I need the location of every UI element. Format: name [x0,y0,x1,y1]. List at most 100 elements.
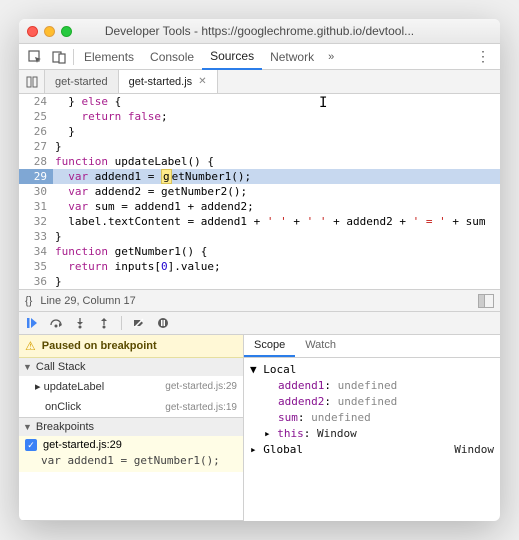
line-number[interactable]: 27 [19,139,53,154]
paused-banner: ⚠ Paused on breakpoint [19,335,243,358]
frame-fn: updateLabel [44,381,105,393]
sidebar-toggle-icon[interactable] [478,294,494,308]
resume-button[interactable] [23,314,41,332]
breakpoint-row[interactable]: get-started.js:29 [19,436,243,451]
code-line[interactable]: 31 var sum = addend1 + addend2; [19,199,500,214]
disclosure-triangle-icon: ▼ [23,362,32,372]
line-content: return inputs[0].value; [53,259,500,274]
code-line[interactable]: 35 return inputs[0].value; [19,259,500,274]
line-content: var addend2 = getNumber2(); [53,184,500,199]
line-number[interactable]: 31 [19,199,53,214]
code-line[interactable]: 24 } else { [19,94,500,109]
text-cursor-icon: I [319,96,327,111]
breakpoint-code: var addend1 = getNumber1(); [19,451,243,472]
panel-tabs: Elements Console Sources Network » [76,44,470,70]
scope-local[interactable]: ▼ Local [250,362,494,378]
line-number[interactable]: 24 [19,94,53,109]
breakpoints-header[interactable]: ▼ Breakpoints [19,418,243,436]
pause-exceptions-button[interactable] [154,314,172,332]
main-toolbar: Elements Console Sources Network » ⋮ [19,44,500,70]
titlebar: Developer Tools - https://googlechrome.g… [19,19,500,44]
cursor-position: Line 29, Column 17 [40,295,135,307]
paused-text: Paused on breakpoint [42,340,157,352]
file-tab-label: get-started [55,76,108,88]
line-content: label.textContent = addend1 + ' ' + ' ' … [53,214,500,229]
file-tab-label: get-started.js [129,76,193,88]
devtools-window: Developer Tools - https://googlechrome.g… [19,19,500,521]
device-toolbar-icon[interactable] [47,45,71,69]
tab-scope[interactable]: Scope [244,335,295,357]
code-line[interactable]: 28function updateLabel() { [19,154,500,169]
zoom-window-button[interactable] [61,26,72,37]
code-line[interactable]: 32 label.textContent = addend1 + ' ' + '… [19,214,500,229]
code-line[interactable]: 30 var addend2 = getNumber2(); [19,184,500,199]
more-tabs-button[interactable]: » [322,51,340,63]
scope-var: addend1: undefined [250,378,494,394]
callstack-section: ▼ Call Stack ▸ updateLabel get-started.j… [19,358,243,418]
line-number[interactable]: 35 [19,259,53,274]
line-content: } [53,274,500,289]
step-out-button[interactable] [95,314,113,332]
frame-loc: get-started.js:29 [165,381,237,392]
line-content: var addend1 = getNumber1(); [53,169,500,184]
traffic-lights [27,26,72,37]
callstack-title: Call Stack [36,361,86,373]
line-number[interactable]: 30 [19,184,53,199]
minimize-window-button[interactable] [44,26,55,37]
callstack-header[interactable]: ▼ Call Stack [19,358,243,376]
breakpoints-section: ▼ Breakpoints get-started.js:29 var adde… [19,418,243,521]
settings-menu-icon[interactable]: ⋮ [470,48,496,65]
navigator-toggle-icon[interactable] [19,70,45,93]
code-line[interactable]: 27} [19,139,500,154]
tab-elements[interactable]: Elements [76,44,142,70]
code-line[interactable]: 33} [19,229,500,244]
tab-watch[interactable]: Watch [295,335,346,357]
braces-icon[interactable]: {} [25,295,32,307]
inspect-element-icon[interactable] [23,45,47,69]
window-title: Developer Tools - https://googlechrome.g… [19,24,500,38]
line-number[interactable]: 36 [19,274,53,289]
step-over-button[interactable] [47,314,65,332]
left-pane: ⚠ Paused on breakpoint ▼ Call Stack ▸ up… [19,335,244,521]
tab-sources[interactable]: Sources [202,44,262,70]
scope-var: addend2: undefined [250,394,494,410]
file-tab-1[interactable]: get-started.js ✕ [119,70,218,93]
tab-console[interactable]: Console [142,44,202,70]
scope-watch-tabs: Scope Watch [244,335,500,358]
close-tab-icon[interactable]: ✕ [198,76,206,87]
scope-this[interactable]: ▸ this: Window [250,426,494,442]
code-line[interactable]: 29 var addend1 = getNumber1(); [19,169,500,184]
code-editor[interactable]: I 24 } else {25 return false;26 }27}28fu… [19,94,500,289]
breakpoint-checkbox[interactable] [25,439,37,451]
code-line[interactable]: 34function getNumber1() { [19,244,500,259]
line-content: function updateLabel() { [53,154,500,169]
line-number[interactable]: 34 [19,244,53,259]
debugger-toolbar [19,311,500,335]
code-line[interactable]: 26 } [19,124,500,139]
line-content: var sum = addend1 + addend2; [53,199,500,214]
frame-fn: onClick [35,401,81,413]
file-tab-0[interactable]: get-started [45,70,119,93]
step-into-button[interactable] [71,314,89,332]
line-number[interactable]: 25 [19,109,53,124]
line-number[interactable]: 29 [19,169,53,184]
stack-frame-0[interactable]: ▸ updateLabel get-started.js:29 [19,376,243,397]
stack-frame-1[interactable]: onClick get-started.js:19 [19,397,243,417]
line-content: } else { [53,94,500,109]
disclosure-triangle-icon: ▼ [23,422,32,432]
line-number[interactable]: 33 [19,229,53,244]
scope-var: sum: undefined [250,410,494,426]
line-number[interactable]: 26 [19,124,53,139]
code-line[interactable]: 25 return false; [19,109,500,124]
debugger-panes: ⚠ Paused on breakpoint ▼ Call Stack ▸ up… [19,335,500,521]
tab-network[interactable]: Network [262,44,322,70]
editor-statusbar: {} Line 29, Column 17 [19,289,500,311]
line-number[interactable]: 32 [19,214,53,229]
line-number[interactable]: 28 [19,154,53,169]
deactivate-breakpoints-button[interactable] [130,314,148,332]
line-content: } [53,139,500,154]
scope-global[interactable]: ▸ GlobalWindow [250,442,494,458]
code-line[interactable]: 36} [19,274,500,289]
close-window-button[interactable] [27,26,38,37]
breakpoints-title: Breakpoints [36,421,94,433]
